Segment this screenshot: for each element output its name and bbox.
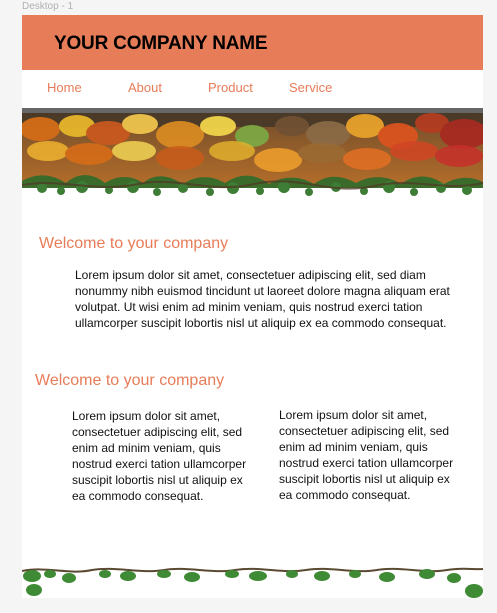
section-paragraph-1: Lorem ipsum dolor sit amet, consectetuer… <box>75 268 450 330</box>
leaf-vine-border-icon <box>22 566 483 598</box>
section-heading-1: Welcome to your company <box>39 235 229 252</box>
nav-service-link[interactable]: Service <box>289 81 332 95</box>
section-paragraph-2-right: Lorem ipsum dolor sit amet, consectetuer… <box>279 408 454 502</box>
nav-product-link[interactable]: Product <box>208 81 253 95</box>
autumn-leaves-banner-icon <box>22 108 483 208</box>
nav-home-link[interactable]: Home <box>47 81 82 95</box>
section-heading-2: Welcome to your company <box>35 372 225 389</box>
website-frame: YOUR COMPANY NAME Home About Product Ser… <box>22 15 483 598</box>
section-paragraph-2-left: Lorem ipsum dolor sit amet, consectetuer… <box>72 409 247 503</box>
company-name: YOUR COMPANY NAME <box>54 33 268 54</box>
frame-label: Desktop - 1 <box>22 1 74 12</box>
nav-about-link[interactable]: About <box>128 81 162 95</box>
site-header: YOUR COMPANY NAME <box>22 15 483 70</box>
